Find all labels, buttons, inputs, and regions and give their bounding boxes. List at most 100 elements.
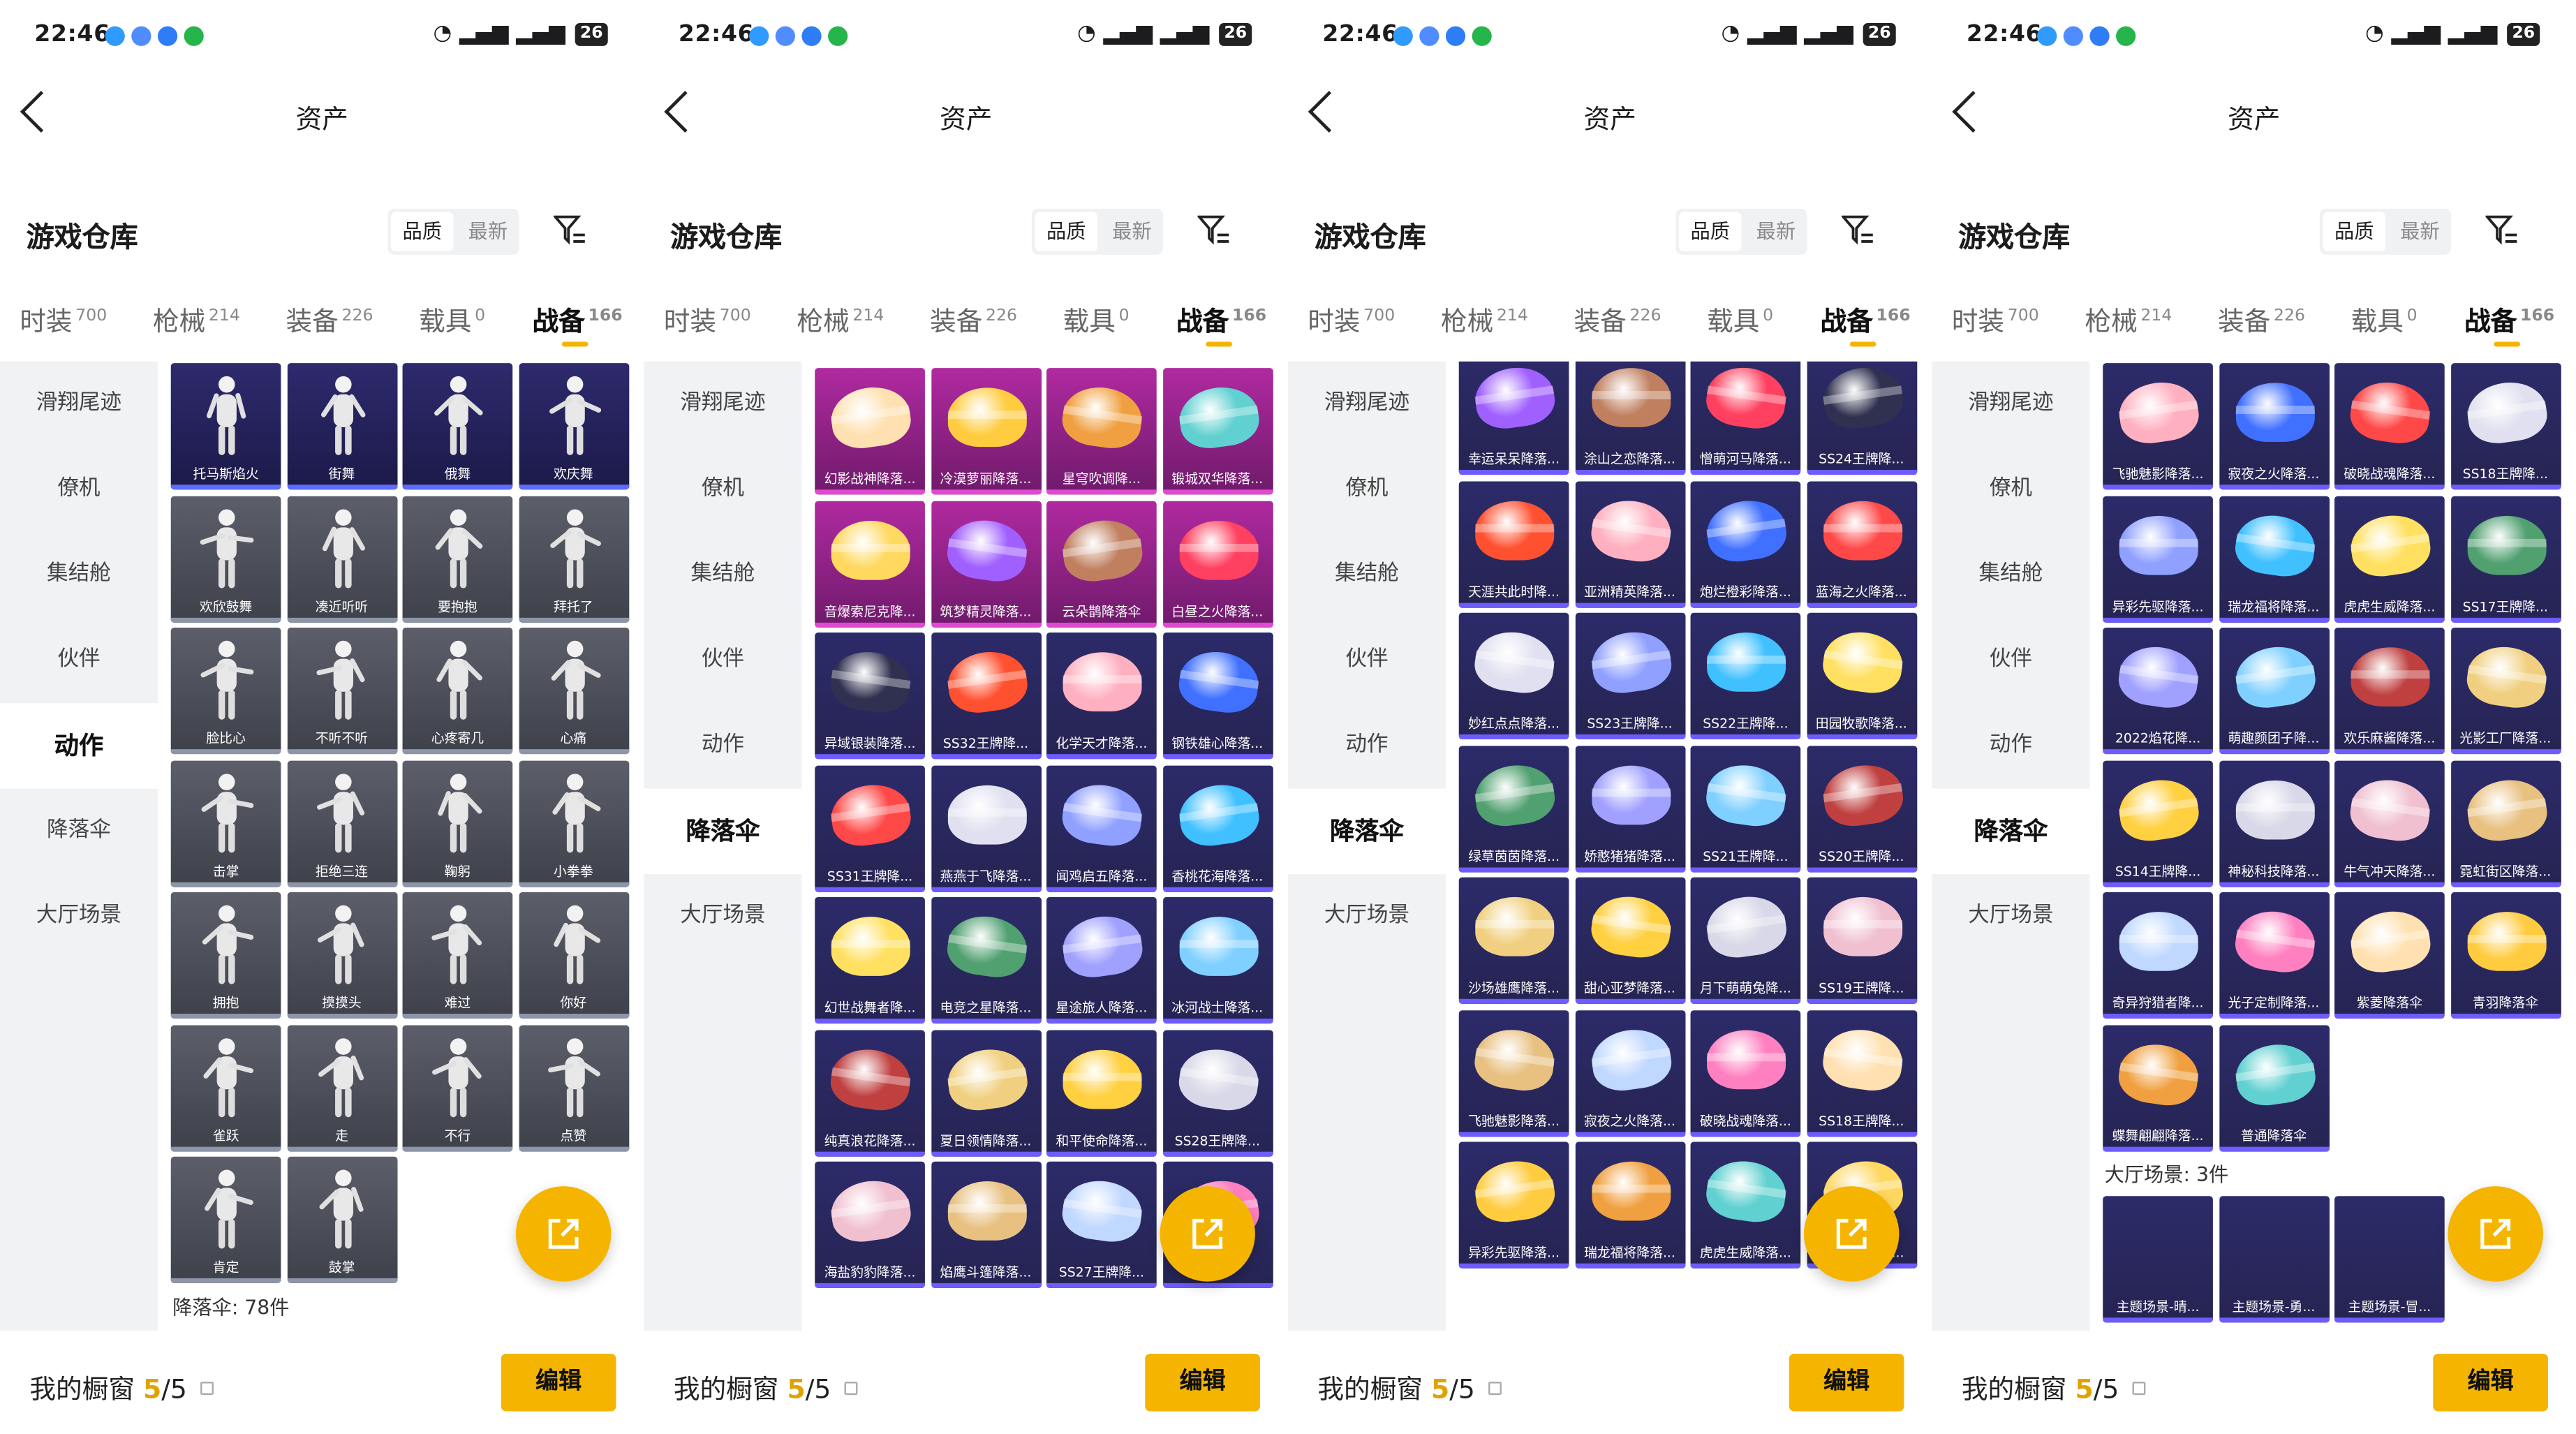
sort-quality[interactable]: 品质: [1679, 212, 1742, 252]
sidebar-item[interactable]: 滑翔尾迹: [1932, 362, 2089, 447]
parachute-item[interactable]: 田园牧歌降落...: [1806, 612, 1917, 739]
parachute-item[interactable]: 幻世战舞者降...: [815, 896, 925, 1024]
sidebar-item[interactable]: 降落伞: [1287, 788, 1446, 874]
parachute-item[interactable]: SS24王牌降...: [1806, 361, 1917, 475]
tab-vehicles[interactable]: 载具 0: [2351, 299, 2418, 338]
parachute-item[interactable]: 飞驰魅影降落...: [2103, 363, 2213, 490]
tab-gear[interactable]: 装备 226: [930, 299, 1017, 338]
parachute-item[interactable]: SS18王牌降...: [2450, 363, 2561, 490]
tab-fashion[interactable]: 时装 700: [20, 299, 107, 338]
emote-item[interactable]: 托马斯焰火: [170, 363, 281, 490]
sidebar-item[interactable]: 僚机: [644, 447, 801, 532]
parachute-item[interactable]: 光影工厂降落...: [2450, 627, 2561, 755]
share-button[interactable]: [515, 1186, 612, 1282]
sidebar-item[interactable]: 伙伴: [1288, 618, 1446, 703]
parachute-item[interactable]: 云朵鹊降落伞: [1046, 500, 1157, 627]
emote-item[interactable]: 要抱抱: [402, 495, 513, 622]
sort-quality[interactable]: 品质: [391, 212, 454, 252]
emote-item[interactable]: 难过: [402, 892, 513, 1019]
emote-item[interactable]: 不行: [402, 1024, 513, 1151]
sidebar-item[interactable]: 滑翔尾迹: [0, 362, 158, 447]
parachute-item[interactable]: 青羽降落伞: [2450, 892, 2561, 1019]
parachute-item[interactable]: 娇憨猪猪降落...: [1574, 745, 1685, 872]
parachute-item[interactable]: 神秘科技降落...: [2219, 760, 2329, 887]
parachute-item[interactable]: 异彩先驱降落...: [2103, 495, 2213, 622]
parachute-item[interactable]: SS28王牌降...: [1162, 1029, 1273, 1156]
tab-vehicles[interactable]: 载具 0: [1707, 299, 1773, 338]
edit-button[interactable]: 编辑: [501, 1354, 616, 1412]
parachute-item[interactable]: SS27王牌降...: [1046, 1161, 1157, 1288]
parachute-item[interactable]: 星穹吹调降...: [1046, 368, 1157, 495]
parachute-item[interactable]: SS20王牌降...: [1806, 745, 1917, 872]
tab-guns[interactable]: 枪械 214: [153, 299, 240, 338]
parachute-item[interactable]: 钢铁雄心降落...: [1162, 633, 1273, 760]
emote-item[interactable]: 欢欣鼓舞: [170, 495, 281, 622]
parachute-item[interactable]: 霓虹街区降落...: [2450, 760, 2561, 887]
parachute-item[interactable]: 牛气冲天降落...: [2334, 760, 2445, 887]
tab-guns[interactable]: 枪械 214: [1441, 299, 1528, 338]
sort-newest[interactable]: 最新: [457, 209, 519, 255]
share-button[interactable]: [1160, 1186, 1255, 1282]
parachute-item[interactable]: 电竞之星降落...: [931, 896, 1041, 1024]
parachute-item[interactable]: 破晓战魂降落...: [2334, 363, 2445, 490]
parachute-item[interactable]: 2022焰花降...: [2103, 627, 2213, 755]
parachute-item[interactable]: 幻影战神降落...: [815, 368, 925, 495]
emote-item[interactable]: 你好: [518, 892, 629, 1019]
parachute-item[interactable]: 幸运呆呆降落...: [1458, 361, 1569, 475]
sidebar-item[interactable]: 降落伞: [1932, 788, 2090, 874]
tab-gear[interactable]: 装备 226: [286, 299, 373, 338]
parachute-item[interactable]: 欢乐麻酱降落...: [2334, 627, 2445, 755]
emote-item[interactable]: 鼓掌: [286, 1156, 397, 1283]
parachute-item[interactable]: 萌趣颜团子降...: [2219, 627, 2329, 755]
edit-button[interactable]: 编辑: [2433, 1354, 2548, 1412]
emote-item[interactable]: 不听不听: [286, 627, 397, 755]
sidebar-item[interactable]: 降落伞: [644, 788, 802, 874]
parachute-item[interactable]: 焰鹰斗篷降落...: [931, 1161, 1041, 1288]
parachute-item[interactable]: 绿草茵茵降落...: [1458, 745, 1569, 872]
parachute-item[interactable]: 化学天才降落...: [1046, 633, 1157, 760]
parachute-item[interactable]: 月下萌萌兔降...: [1690, 877, 1801, 1004]
sort-newest[interactable]: 最新: [2389, 209, 2451, 255]
tab-gear[interactable]: 装备 226: [2218, 299, 2305, 338]
sidebar-item[interactable]: 僚机: [1288, 447, 1446, 532]
tab-fashion[interactable]: 时装 700: [1308, 299, 1395, 338]
parachute-item[interactable]: 闻鸡启五降落...: [1046, 764, 1157, 892]
sidebar-item[interactable]: 伙伴: [1932, 618, 2089, 703]
parachute-item[interactable]: 异域银装降落...: [815, 633, 925, 760]
sidebar-item[interactable]: 伙伴: [0, 618, 158, 703]
parachute-item[interactable]: 瑞龙福将降落...: [2219, 495, 2329, 622]
share-button[interactable]: [1803, 1186, 1900, 1282]
parachute-item[interactable]: 飞驰魅影降落...: [1458, 1010, 1569, 1137]
sidebar-item[interactable]: 滑翔尾迹: [1288, 362, 1446, 447]
emote-item[interactable]: 心疼寄几: [402, 627, 513, 755]
sort-quality[interactable]: 品质: [1035, 212, 1098, 252]
emote-item[interactable]: 雀跃: [170, 1024, 281, 1151]
sidebar-item[interactable]: 大厅场景: [1288, 874, 1446, 959]
parachute-item[interactable]: 普通降落伞: [2219, 1024, 2329, 1151]
sidebar-item[interactable]: 降落伞: [0, 789, 158, 874]
parachute-item[interactable]: SS14王牌降...: [2103, 760, 2213, 887]
filter-icon[interactable]: [2485, 215, 2519, 245]
parachute-item[interactable]: SS18王牌降...: [1806, 1010, 1917, 1137]
edit-button[interactable]: 编辑: [1789, 1354, 1904, 1412]
parachute-item[interactable]: SS17王牌降...: [2450, 495, 2561, 622]
tab-combat[interactable]: 战备 166: [532, 299, 622, 338]
parachute-item[interactable]: 紫菱降落伞: [2334, 892, 2445, 1019]
filter-icon[interactable]: [1197, 215, 1231, 245]
tab-gear[interactable]: 装备 226: [1574, 299, 1661, 338]
emote-item[interactable]: 俄舞: [402, 363, 513, 490]
tab-combat[interactable]: 战备 166: [1820, 299, 1910, 338]
tab-vehicles[interactable]: 载具 0: [419, 299, 485, 338]
tab-vehicles[interactable]: 载具 0: [1063, 299, 1130, 338]
emote-item[interactable]: 点赞: [518, 1024, 629, 1151]
sidebar-item[interactable]: 动作: [1932, 703, 2089, 788]
emote-item[interactable]: 心痛: [518, 627, 629, 755]
sidebar-item[interactable]: 集结舱: [0, 532, 158, 617]
parachute-item[interactable]: 蓝海之火降落...: [1806, 480, 1917, 607]
emote-item[interactable]: 欢庆舞: [518, 363, 629, 490]
parachute-item[interactable]: 虎虎生威降落...: [1690, 1141, 1801, 1269]
emote-item[interactable]: 摸摸头: [286, 892, 397, 1019]
emote-item[interactable]: 肯定: [170, 1156, 281, 1283]
parachute-item[interactable]: 甜心亚梦降落...: [1574, 877, 1685, 1004]
emote-item[interactable]: 鞠躬: [402, 760, 513, 887]
